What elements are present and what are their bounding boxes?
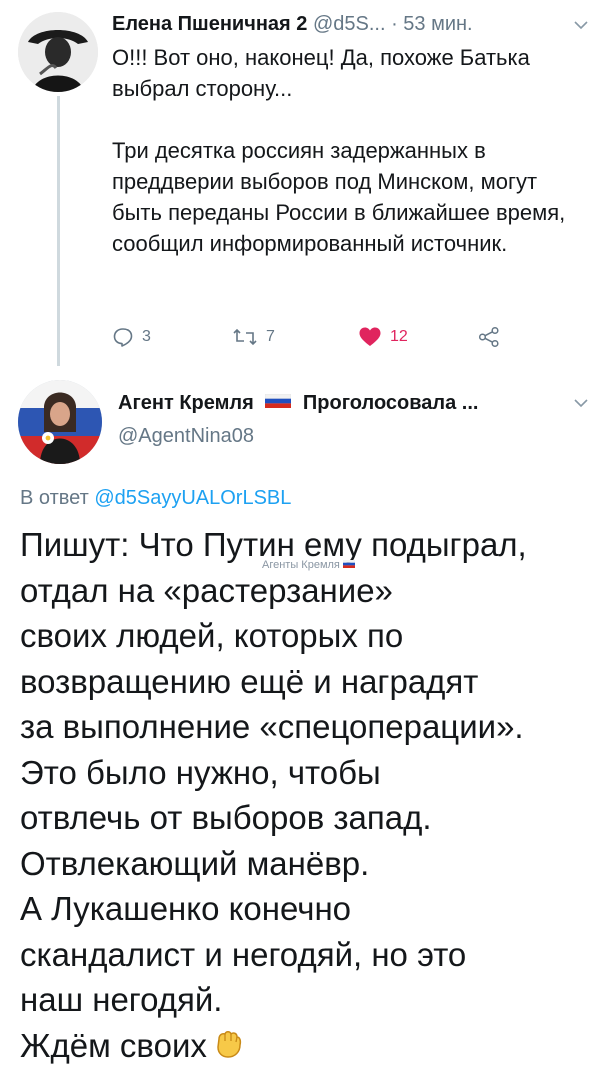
reply-button[interactable]: 3 xyxy=(112,326,151,348)
russian-flag-icon xyxy=(342,559,355,571)
tweet-line: возвращению ещё и наградят xyxy=(20,662,479,700)
watermark: Агенты Кремля xyxy=(262,559,355,571)
tweet-text: Три десятка россиян задержанных в преддв… xyxy=(112,138,566,256)
reply-to-link[interactable]: @d5SayyUALOrLSBL xyxy=(94,487,291,509)
reply-count: 3 xyxy=(142,328,151,345)
russian-flag-icon xyxy=(265,388,292,416)
author-avatar-agent[interactable] xyxy=(18,380,102,464)
retweet-icon xyxy=(232,326,258,348)
thread-line xyxy=(57,96,60,366)
author-name[interactable]: Елена Пшеничная 2 xyxy=(112,13,307,35)
tweet2-header: Агент Кремля Проголосовала ... xyxy=(118,388,588,419)
tweet-line: Это было нужно, чтобы xyxy=(20,753,381,791)
heart-icon xyxy=(358,326,382,348)
tweet-line: отвлечь от выборов запад. xyxy=(20,799,432,836)
like-button[interactable]: 12 xyxy=(358,326,408,348)
tweet-line: отдал на «растерзание» xyxy=(20,571,393,609)
reply-prefix: В ответ xyxy=(20,487,89,509)
share-button[interactable] xyxy=(478,326,500,348)
author-name-suffix[interactable]: Проголосовала ... xyxy=(303,392,479,414)
raised-fist-icon xyxy=(213,1025,243,1071)
chevron-down-icon[interactable] xyxy=(574,12,588,40)
retweet-count: 7 xyxy=(266,328,275,345)
tweet-line: своих людей, которых по xyxy=(20,617,404,654)
tweet1-body: О!!! Вот оно, наконец! Да, похоже Батька… xyxy=(112,42,582,259)
author-handle[interactable]: @d5S... xyxy=(313,13,386,35)
tweet-line: за выполнение «спецоперации». xyxy=(20,708,524,745)
tweet-line: А Лукашенко конечно xyxy=(20,890,352,927)
tweet-line: скандалист и негодяй, но это xyxy=(20,935,467,973)
tweet-line: Отвлекающий манёвр. xyxy=(20,844,370,882)
tweet-time[interactable]: · 53 мин. xyxy=(391,13,473,35)
chevron-down-icon[interactable] xyxy=(574,390,588,418)
reply-context: В ответ @d5SayyUALOrLSBL xyxy=(20,487,291,510)
author-handle[interactable]: @AgentNina08 xyxy=(118,425,254,448)
share-icon xyxy=(478,326,500,348)
reply-icon xyxy=(112,326,134,348)
tweet-line: наш негодяй. xyxy=(20,981,223,1018)
tweet-line-last: Ждём своих xyxy=(20,1023,596,1071)
author-name[interactable]: Агент Кремля xyxy=(118,392,254,414)
tweet1-header: Елена Пшеничная 2 @d5S... · 53 мин. xyxy=(112,10,592,38)
author-avatar-elena[interactable] xyxy=(18,12,98,92)
tweet-line: Ждём своих xyxy=(20,1026,207,1064)
tweet1-actions: 3 7 12 xyxy=(112,322,532,356)
tweet-text: О!!! Вот оно, наконец! Да, похоже Батька… xyxy=(112,45,530,101)
like-count: 12 xyxy=(390,328,408,345)
watermark-text: Агенты Кремля xyxy=(262,559,340,571)
retweet-button[interactable]: 7 xyxy=(232,326,275,348)
tweet2-body: Пишут: Что Путин ему подыграл, отдал на … xyxy=(20,522,596,1071)
